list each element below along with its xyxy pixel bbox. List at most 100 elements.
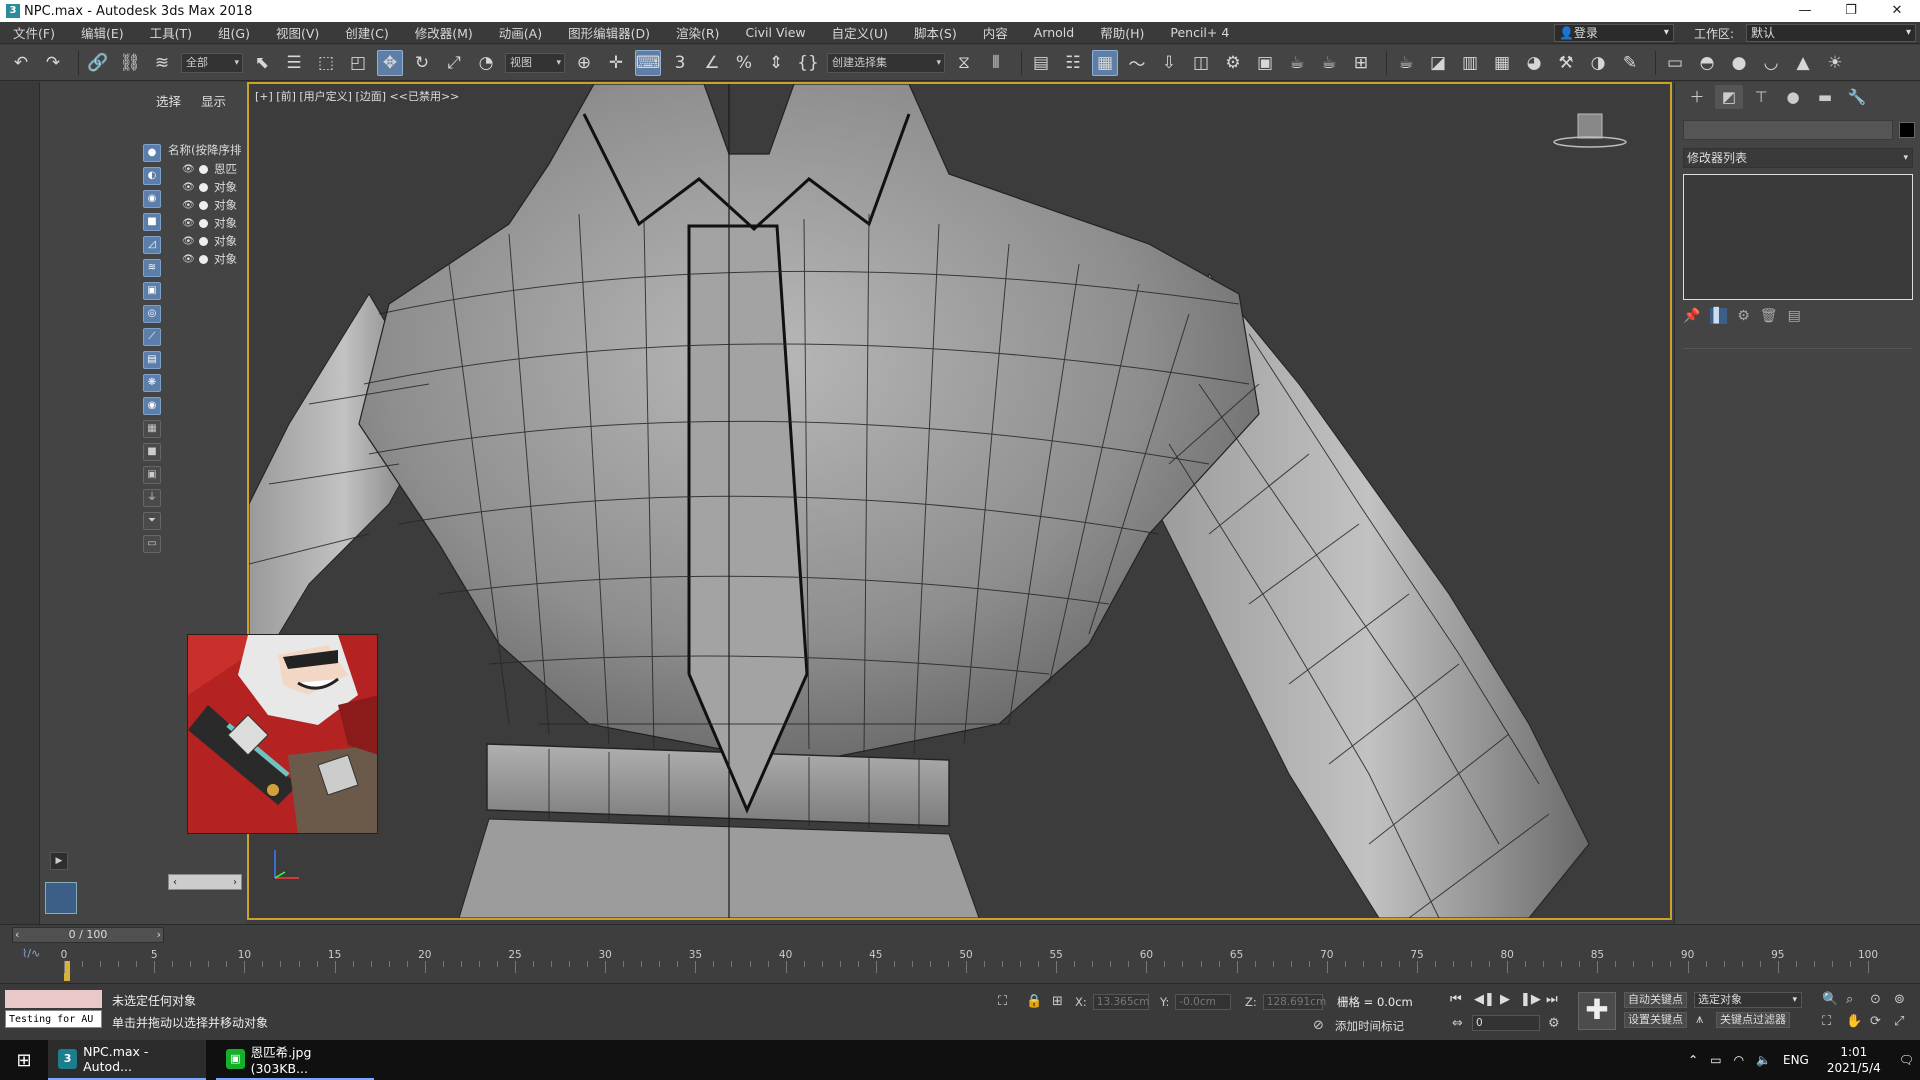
menu-file[interactable]: 文件(F) — [0, 23, 68, 42]
menu-group[interactable]: 组(G) — [205, 23, 263, 42]
notification-icon[interactable]: 🗨 — [1899, 1053, 1914, 1067]
arnold-settings-icon[interactable]: ▥ — [1457, 50, 1483, 76]
window-crossing-icon[interactable]: ◰ — [345, 50, 371, 76]
cone-icon[interactable]: ▲ — [1790, 50, 1816, 76]
tab-select[interactable]: 选择 — [156, 91, 181, 110]
menu-animation[interactable]: 动画(A) — [486, 23, 555, 42]
snaps-toggle-icon[interactable]: 3 — [667, 50, 693, 76]
horizontal-scrollbar[interactable]: ‹ › — [168, 874, 242, 890]
eye-icon[interactable]: 👁 — [182, 200, 196, 211]
eye-icon[interactable]: 👁 — [182, 182, 196, 193]
layer-icon[interactable]: ▭ — [143, 535, 161, 553]
select-and-place-icon[interactable]: ◔ — [473, 50, 499, 76]
pan-icon[interactable]: ✋ — [1846, 1014, 1862, 1029]
list-header[interactable]: 名称(按降序排 — [168, 142, 246, 160]
select-and-rotate-icon[interactable]: ↻ — [409, 50, 435, 76]
list-item[interactable]: 👁 对象 — [168, 196, 246, 214]
menu-edit[interactable]: 编辑(E) — [68, 23, 137, 42]
display-tab-icon[interactable]: ▬ — [1811, 85, 1839, 109]
edit-named-selection-icon[interactable]: {} — [795, 50, 821, 76]
eye-icon[interactable]: 👁 — [182, 164, 196, 175]
bind-spacewarp-icon[interactable]: ≋ — [149, 50, 175, 76]
field-of-view-icon[interactable]: ⛶ — [1822, 1014, 1831, 1029]
box-primitive-icon[interactable]: ▭ — [1662, 50, 1688, 76]
zoom-extents-all-icon[interactable]: ⊚ — [1894, 992, 1905, 1007]
tray-expand-icon[interactable]: ⌃ — [1688, 1053, 1698, 1067]
curve-editor-mini-icon[interactable]: ⌇/∿ — [22, 947, 40, 960]
coord-x-field[interactable]: 13.365cm — [1092, 994, 1150, 1010]
layer-manager-icon[interactable]: ▤ — [1028, 50, 1054, 76]
viewcube-icon[interactable] — [1550, 110, 1630, 150]
lock-selection-icon[interactable]: 🔒 — [1026, 994, 1042, 1009]
task-3dsmax[interactable]: 3 NPC.max - Autod... — [48, 1040, 206, 1080]
wifi-icon[interactable]: ◠ — [1734, 1053, 1744, 1067]
absolute-mode-icon[interactable]: ⊞ — [1052, 994, 1063, 1009]
arnold-light-icon[interactable]: ◕ — [1521, 50, 1547, 76]
viewport-layout-icon[interactable] — [45, 882, 77, 914]
align-icon[interactable]: ⫴ — [983, 50, 1009, 76]
pin-stack-icon[interactable]: 📌 — [1683, 308, 1700, 324]
arnold-tool-icon[interactable]: ⚒ — [1553, 50, 1579, 76]
reference-image-thumbnail[interactable] — [187, 634, 378, 834]
set-key-big-icon[interactable]: ✚ — [1578, 992, 1616, 1030]
pivot-center-icon[interactable]: ⊕ — [571, 50, 597, 76]
maxscript-listener[interactable] — [5, 990, 102, 1008]
dome-icon[interactable]: ◓ — [1694, 50, 1720, 76]
select-manipulate-icon[interactable]: ✛ — [603, 50, 629, 76]
goto-end-icon[interactable]: ⏭ — [1546, 992, 1558, 1007]
minimize-button[interactable]: — — [1782, 0, 1828, 22]
time-next-icon[interactable]: › — [157, 928, 161, 942]
zoom-icon[interactable]: 🔍 — [1822, 992, 1838, 1007]
group-filter-icon[interactable]: ▣ — [143, 282, 161, 300]
named-selection-dropdown[interactable]: 创建选择集 — [827, 52, 945, 73]
container-filter-icon[interactable]: ▤ — [143, 351, 161, 369]
remove-modifier-icon[interactable]: 🗑 — [1760, 308, 1778, 324]
prev-frame-icon[interactable]: ◀❚ — [1474, 992, 1495, 1007]
menu-pencil[interactable]: Pencil+ 4 — [1157, 25, 1242, 40]
spinner-snap-icon[interactable]: ⇕ — [763, 50, 789, 76]
set-key-button[interactable]: 设置关键点 — [1624, 1012, 1687, 1028]
language-indicator[interactable]: ENG — [1783, 1053, 1809, 1067]
workspace-dropdown[interactable]: 默认 — [1746, 24, 1916, 42]
scroll-left-icon[interactable]: ‹ — [173, 877, 177, 888]
geometry-filter-icon[interactable]: ● — [143, 144, 161, 162]
coord-y-field[interactable]: -0.0cm — [1175, 994, 1232, 1010]
close-button[interactable]: ✕ — [1874, 0, 1920, 22]
time-tag-icon[interactable]: ⊘ — [1313, 1018, 1324, 1033]
xref-filter-icon[interactable]: ◎ — [143, 305, 161, 323]
create-tab-icon[interactable]: ＋ — [1683, 85, 1711, 109]
utilities-tab-icon[interactable]: 🔧 — [1843, 85, 1871, 109]
render-production-icon[interactable]: ☕ — [1284, 50, 1310, 76]
make-unique-icon[interactable]: ⚙ — [1737, 308, 1750, 324]
current-frame-field[interactable]: 0 — [1472, 1015, 1540, 1031]
time-config-icon[interactable]: ⚙ — [1548, 1016, 1560, 1031]
spacewarp-filter-icon[interactable]: ≋ — [143, 259, 161, 277]
bowl-icon[interactable]: ◡ — [1758, 50, 1784, 76]
configure-sets-icon[interactable]: ▤ — [1788, 308, 1801, 324]
shape-filter-icon[interactable]: ◐ — [143, 167, 161, 185]
redo-icon[interactable]: ↷ — [40, 50, 66, 76]
battery-icon[interactable]: ▭ — [1710, 1053, 1721, 1067]
object-color-swatch[interactable] — [1899, 122, 1915, 138]
curve-editor-icon[interactable]: 〜 — [1124, 50, 1150, 76]
show-end-result-icon[interactable]: ▌ — [1710, 308, 1728, 324]
viewport-label[interactable]: [+] [前] [用户定义] [边面] <<已禁用>> — [255, 88, 459, 104]
zoom-extents-icon[interactable]: ⊙ — [1870, 992, 1881, 1007]
menu-rendering[interactable]: 渲染(R) — [663, 23, 732, 42]
login-dropdown[interactable]: 👤登录 — [1553, 24, 1674, 42]
selection-filter-dropdown[interactable]: 全部 — [181, 52, 243, 73]
eye-icon[interactable]: 👁 — [182, 218, 196, 229]
schematic-view-icon[interactable]: ⇩ — [1156, 50, 1182, 76]
select-by-name-icon[interactable]: ☰ — [281, 50, 307, 76]
mirror-icon[interactable]: ⧖ — [951, 50, 977, 76]
eye-icon[interactable]: 👁 — [182, 254, 196, 265]
rect-selection-icon[interactable]: ⬚ — [313, 50, 339, 76]
track-bar[interactable]: ⌇/∿ 0 5 10 15 20 25 30 35 40 45 50 55 60 65 70 75 80 85 90… — [12, 947, 1912, 981]
angle-snap-icon[interactable]: ∠ — [699, 50, 725, 76]
unlink-icon[interactable]: ⛓ — [117, 50, 143, 76]
hidden-filter-icon[interactable]: ◉ — [143, 397, 161, 415]
helper-filter-icon[interactable]: ◿ — [143, 236, 161, 254]
zoom-all-icon[interactable]: ⌕ — [1846, 992, 1853, 1007]
tab-display[interactable]: 显示 — [201, 91, 226, 110]
camera-filter-icon[interactable]: ■ — [143, 213, 161, 231]
